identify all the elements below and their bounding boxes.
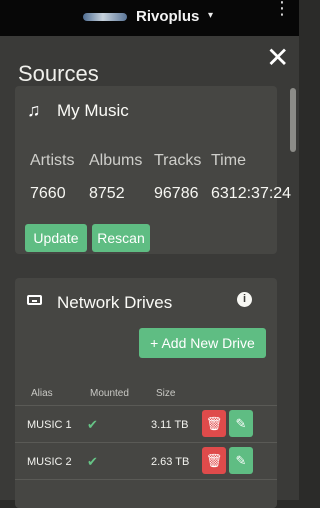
my-music-card: ♫ My Music Artists Albums Tracks Time 76…	[15, 86, 291, 254]
rescan-button[interactable]: Rescan	[92, 224, 150, 252]
page-title: Sources	[18, 60, 99, 86]
scrollbar[interactable]	[290, 88, 296, 152]
tracks-header: Tracks	[154, 152, 202, 169]
delete-drive-icon[interactable]: 🗑	[202, 447, 226, 474]
info-icon[interactable]: i	[237, 292, 252, 307]
network-drives-card: Network Drives i + Add New Drive Alias M…	[15, 278, 277, 508]
network-drives-title: Network Drives	[57, 293, 173, 312]
artists-header: Artists	[30, 152, 75, 169]
table-bottom-divider	[15, 479, 277, 508]
size-column-header: Size	[156, 388, 176, 399]
overflow-menu-icon[interactable]: ⋮	[273, 0, 291, 17]
add-new-drive-button[interactable]: + Add New Drive	[139, 328, 266, 358]
brand-logo	[83, 13, 127, 21]
drive-size: 2.63 TB	[151, 456, 190, 468]
update-button[interactable]: Update	[25, 224, 87, 252]
close-button[interactable]: ✕	[266, 44, 289, 72]
mounted-check-icon: ✔	[87, 454, 98, 469]
sources-page: Sources ✕ ♫ My Music Artists Albums Trac…	[0, 36, 299, 508]
albums-count: 8752	[89, 185, 125, 202]
artists-count: 7660	[30, 185, 66, 202]
drive-row-music-1: MUSIC 1 ✔ 3.11 TB 🗑 ✎	[15, 405, 277, 441]
music-note-icon: ♫	[27, 100, 41, 120]
edit-drive-icon[interactable]: ✎	[229, 410, 253, 437]
alias-column-header: Alias	[31, 388, 53, 399]
top-bar: Rivoplus ▾ ⋮	[0, 0, 299, 36]
drive-size: 3.11 TB	[151, 419, 189, 431]
brand-name[interactable]: Rivoplus	[136, 8, 199, 25]
albums-header: Albums	[89, 152, 143, 169]
total-time: 6312:37:24	[211, 185, 292, 202]
mounted-check-icon: ✔	[87, 417, 98, 432]
brand-dropdown-caret-icon[interactable]: ▾	[208, 10, 213, 21]
time-header: Time	[211, 152, 246, 169]
tracks-count: 96786	[154, 185, 199, 202]
edit-drive-icon[interactable]: ✎	[229, 447, 253, 474]
my-music-title: My Music	[57, 101, 129, 120]
drive-alias: MUSIC 2	[27, 456, 72, 468]
drive-alias: MUSIC 1	[27, 419, 72, 431]
mounted-column-header: Mounted	[90, 388, 129, 399]
drive-row-music-2: MUSIC 2 ✔ 2.63 TB 🗑 ✎	[15, 442, 277, 478]
hard-drive-icon	[27, 295, 42, 305]
delete-drive-icon[interactable]: 🗑	[202, 410, 226, 437]
